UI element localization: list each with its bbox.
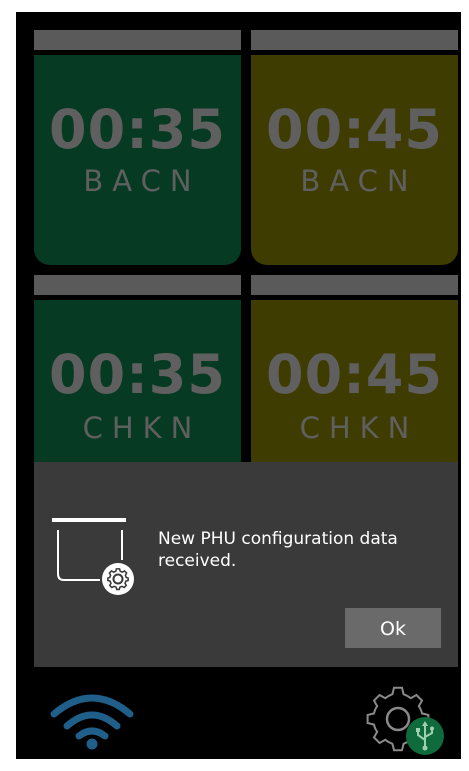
timer-tile[interactable]: 00:35 BACN [34,55,241,265]
ok-button[interactable]: Ok [345,608,441,648]
tile-time: 00:35 [49,343,226,406]
tile-header-bar [251,275,458,295]
wifi-icon[interactable] [50,690,134,756]
tile-time: 00:35 [49,98,226,161]
timer-tile[interactable]: 00:45 BACN [251,55,458,265]
tile-header-bar [34,275,241,295]
tile-product-label: BACN [83,164,201,198]
tile-header-bar [251,30,458,50]
tile-product-label: BACN [300,164,418,198]
tile-time: 00:45 [266,343,443,406]
dialog-message: New PHU configuration data received. [158,529,398,571]
tile-time: 00:45 [266,98,443,161]
config-download-icon [50,516,134,600]
tile-product-label: CHKN [299,411,419,445]
tile-product-label: CHKN [82,411,202,445]
tile-header-bar [34,30,241,50]
usb-icon [405,716,445,760]
